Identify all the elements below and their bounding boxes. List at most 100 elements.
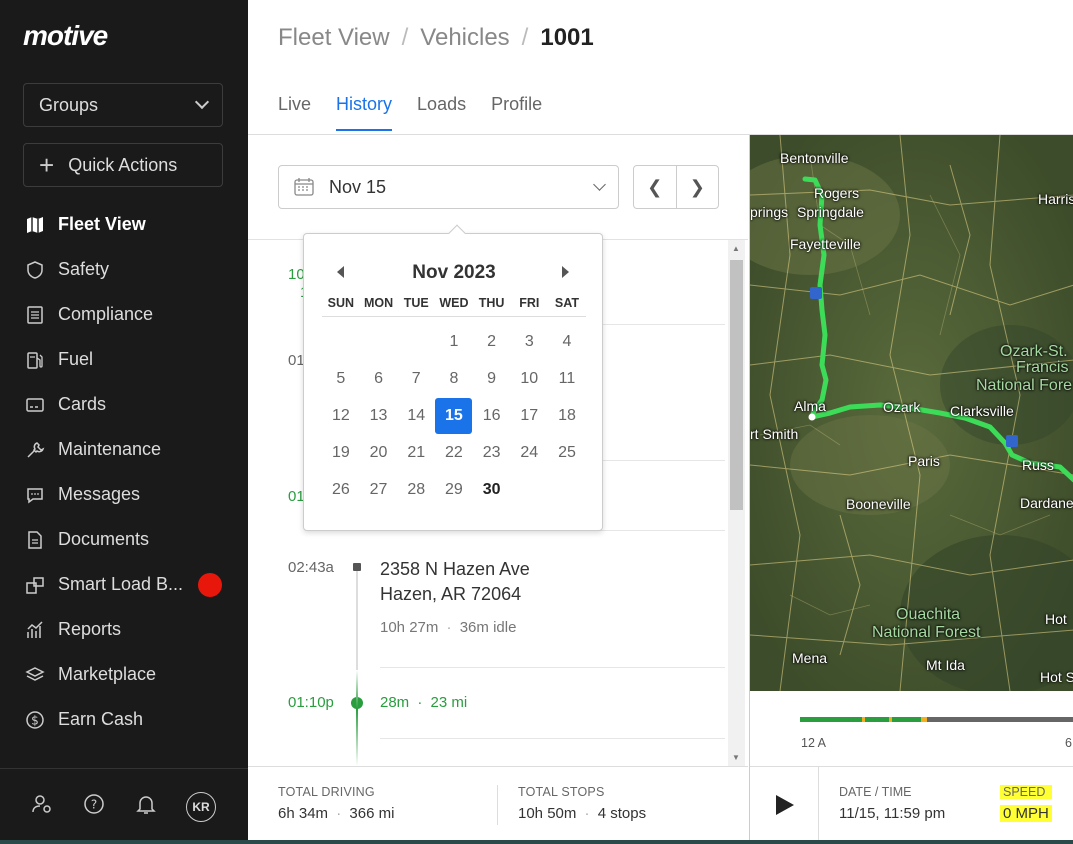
calendar-day[interactable]: 5 [322, 360, 360, 397]
calendar-day[interactable]: 30 [473, 471, 511, 508]
sidebar-item-label: Maintenance [58, 439, 162, 459]
calendar-popup: Nov 2023 SUN MON TUE WED THU FRI SAT 123456789… [303, 224, 603, 531]
calendar-day[interactable]: 19 [322, 434, 360, 471]
calendar-day[interactable]: 7 [397, 360, 435, 397]
calendar-empty-cell [397, 323, 435, 360]
timeline-divider [380, 738, 725, 739]
list-icon [24, 304, 46, 326]
calendar-day[interactable]: 22 [435, 434, 473, 471]
bell-icon[interactable] [134, 792, 158, 821]
sidebar-item-maintenance[interactable]: Maintenance [0, 427, 248, 472]
date-picker-input[interactable]: Nov 15 [278, 165, 619, 209]
calendar-day[interactable]: 28 [397, 471, 435, 508]
calendar-day[interactable]: 11 [548, 360, 586, 397]
sidebar-item-label: Reports [58, 619, 122, 639]
calendar-day[interactable]: 24 [510, 434, 548, 471]
calendar-day[interactable]: 12 [322, 397, 360, 434]
calendar-day[interactable]: 17 [510, 397, 548, 434]
calendar-day[interactable]: 9 [473, 360, 511, 397]
calendar-day[interactable]: 20 [360, 434, 398, 471]
timeline-scrollbar[interactable]: ▲ ▼ [728, 240, 745, 766]
drive-time: 01:10p [288, 694, 334, 711]
satellite-map[interactable]: Bentonville Rogers prings Springdale Fay… [749, 135, 1073, 691]
tab-live[interactable]: Live [278, 94, 311, 131]
calendar-day[interactable]: 29 [435, 471, 473, 508]
trip-summary: TOTAL DRIVING 6h 34m · 366 mi TOTAL STOP… [248, 766, 748, 844]
calendar-day[interactable]: 18 [548, 397, 586, 434]
stop-idle: 36m idle [459, 619, 517, 636]
admin-settings-icon[interactable] [30, 792, 54, 821]
separator-dot: · [446, 619, 452, 636]
calendar-day[interactable]: 14 [397, 397, 435, 434]
groups-label: Groups [39, 94, 99, 115]
calendar-day[interactable]: 10 [510, 360, 548, 397]
sidebar-item-cards[interactable]: Cards [0, 382, 248, 427]
map-label-bentonville: Bentonville [780, 150, 849, 166]
sidebar-item-fleet-view[interactable]: Fleet View [0, 202, 248, 247]
breadcrumb: Fleet View / Vehicles / 1001 [278, 24, 594, 52]
calendar-day[interactable]: 8 [435, 360, 473, 397]
total-driving: TOTAL DRIVING 6h 34m · 366 mi [278, 785, 394, 822]
interstate-shield-icon [1006, 435, 1018, 447]
map-label-hot-springs-village: Hot [1045, 611, 1067, 627]
map-label-ouachita-forest: National Forest [872, 624, 981, 641]
breadcrumb-vehicles[interactable]: Vehicles [420, 24, 509, 52]
play-icon[interactable] [776, 795, 794, 815]
calendar-empty-cell [360, 323, 398, 360]
calendar-day[interactable]: 23 [473, 434, 511, 471]
calendar-day[interactable]: 4 [548, 323, 586, 360]
tab-profile[interactable]: Profile [491, 94, 542, 131]
chevron-right-icon: ❯ [689, 176, 705, 197]
scroll-thumb[interactable] [730, 260, 743, 510]
calendar-day[interactable]: 6 [360, 360, 398, 397]
calendar-day[interactable]: 15 [435, 397, 473, 434]
sidebar-item-safety[interactable]: Safety [0, 247, 248, 292]
sidebar-item-marketplace[interactable]: Marketplace [0, 652, 248, 697]
sidebar-item-compliance[interactable]: Compliance [0, 292, 248, 337]
sidebar-item-label: Fleet View [58, 214, 146, 234]
map-label-ouachita: Ouachita [896, 606, 961, 623]
calendar-day[interactable]: 13 [360, 397, 398, 434]
stop-address[interactable]: 2358 N Hazen Ave Hazen, AR 72064 [380, 557, 530, 607]
avatar[interactable]: KR [186, 791, 216, 822]
sidebar-item-fuel[interactable]: Fuel [0, 337, 248, 382]
calendar-day[interactable]: 25 [548, 434, 586, 471]
scroll-up-icon[interactable]: ▲ [732, 244, 740, 253]
sidebar-item-documents[interactable]: Documents [0, 517, 248, 562]
breadcrumb-fleet-view[interactable]: Fleet View [278, 24, 390, 52]
sidebar-item-reports[interactable]: Reports [0, 607, 248, 652]
calendar-day[interactable]: 21 [397, 434, 435, 471]
total-driving-value: 6h 34m · 366 mi [278, 805, 394, 822]
calendar-day[interactable]: 16 [473, 397, 511, 434]
playback-panel: 12 A 6 DATE / TIME 11/15, 11:59 pm SPEED… [749, 691, 1073, 844]
calendar-day[interactable]: 2 [473, 323, 511, 360]
tab-history[interactable]: History [336, 94, 393, 131]
groups-dropdown[interactable]: Groups [23, 83, 223, 127]
calendar-day[interactable]: 27 [360, 471, 398, 508]
date-time-label: DATE / TIME [839, 785, 912, 799]
calendar-day[interactable]: 3 [510, 323, 548, 360]
reports-icon [24, 619, 46, 641]
sidebar-item-label: Fuel [58, 349, 94, 369]
playback-timeline[interactable] [800, 717, 1073, 722]
drive-summary[interactable]: 28m · 23 mi [380, 694, 467, 711]
scroll-down-icon[interactable]: ▼ [732, 753, 740, 762]
map-label-fayetteville: Fayetteville [790, 236, 861, 252]
quick-actions-button[interactable]: + Quick Actions [23, 143, 223, 187]
next-day-button[interactable]: ❯ [677, 166, 719, 208]
sidebar-item-earn-cash[interactable]: $ Earn Cash [0, 697, 248, 742]
sidebar-footer: ? KR [0, 768, 248, 844]
help-icon[interactable]: ? [82, 792, 106, 821]
next-month-button[interactable] [562, 266, 569, 278]
motive-logo[interactable]: motive [23, 20, 108, 52]
fuel-icon [24, 349, 46, 371]
date-value: Nov 15 [329, 176, 387, 197]
calendar-day[interactable]: 1 [435, 323, 473, 360]
calendar-day[interactable]: 26 [322, 471, 360, 508]
tab-loads[interactable]: Loads [417, 94, 466, 131]
sidebar-item-smart-load-board[interactable]: Smart Load B... [0, 562, 248, 607]
previous-day-button[interactable]: ❮ [634, 166, 677, 208]
sidebar-item-messages[interactable]: Messages [0, 472, 248, 517]
selected-day[interactable]: 15 [435, 397, 473, 434]
address-line1: 2358 N Hazen Ave [380, 559, 530, 579]
